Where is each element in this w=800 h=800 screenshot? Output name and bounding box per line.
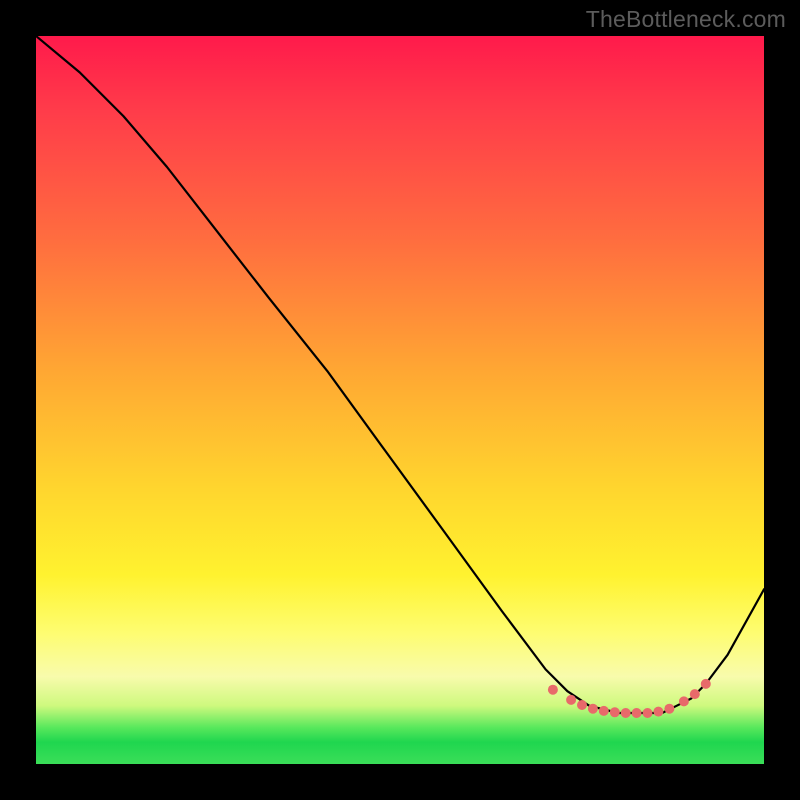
- marker-dot: [577, 700, 587, 710]
- marker-dot: [610, 707, 620, 717]
- chart-stage: TheBottleneck.com: [0, 0, 800, 800]
- marker-dot: [643, 708, 653, 718]
- watermark-text: TheBottleneck.com: [586, 6, 786, 33]
- plot-area: [36, 36, 764, 764]
- marker-dot: [653, 707, 663, 717]
- marker-group: [548, 679, 711, 718]
- marker-dot: [566, 695, 576, 705]
- marker-dot: [621, 708, 631, 718]
- marker-dot: [548, 685, 558, 695]
- marker-dot: [599, 706, 609, 716]
- marker-dot: [690, 689, 700, 699]
- curve-path: [36, 36, 764, 713]
- marker-dot: [701, 679, 711, 689]
- marker-dot: [588, 704, 598, 714]
- marker-dot: [632, 708, 642, 718]
- chart-svg: [36, 36, 764, 764]
- marker-dot: [664, 704, 674, 714]
- marker-dot: [679, 696, 689, 706]
